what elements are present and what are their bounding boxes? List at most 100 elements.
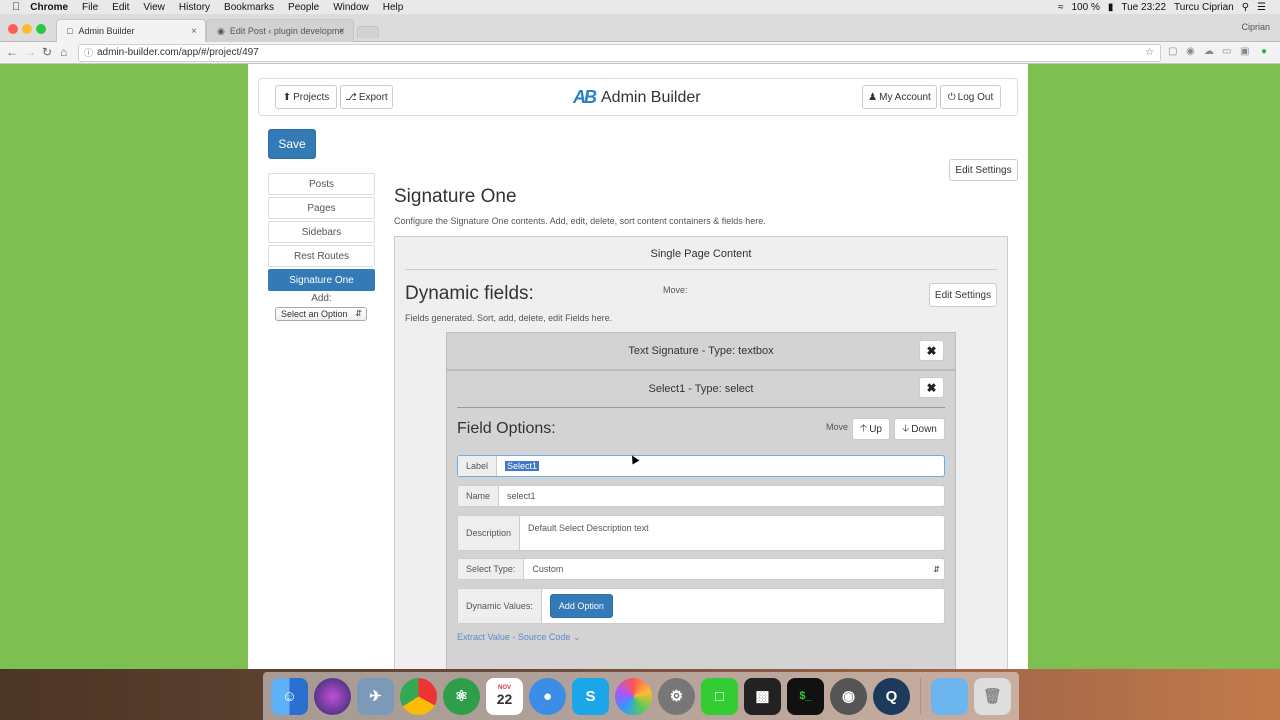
menu-edit[interactable]: Edit — [112, 2, 129, 13]
home-icon[interactable]: ⌂ — [60, 45, 67, 59]
dynamic-edit-settings-button[interactable]: Edit Settings — [929, 283, 997, 307]
tab-edit-post[interactable]: ◉ Edit Post ‹ plugin developmen × — [206, 19, 354, 42]
menu-window[interactable]: Window — [333, 2, 369, 13]
quicktime-icon[interactable]: Q — [873, 677, 910, 715]
name-input[interactable]: select1 — [499, 486, 944, 506]
bookmark-star-icon[interactable]: ☆ — [1145, 45, 1154, 61]
add-option-button[interactable]: Add Option — [549, 594, 613, 618]
cast-icon[interactable]: ▭ — [1222, 46, 1231, 57]
extension-icon[interactable]: ◉ — [1186, 46, 1195, 57]
sidebar-item-signature-one[interactable]: Signature One — [268, 269, 375, 291]
chrome-icon[interactable] — [400, 677, 437, 715]
minimize-window-icon[interactable] — [22, 24, 32, 34]
brand[interactable]: AB Admin Builder — [573, 87, 701, 108]
move-label: Move — [826, 422, 849, 432]
trash-icon[interactable]: 🗑 — [974, 677, 1011, 715]
battery-label[interactable]: 100 % — [1072, 2, 1100, 13]
extension-icon[interactable]: ▣ — [1240, 46, 1249, 57]
dynamic-values-group: Dynamic Values: Add Option — [457, 588, 945, 624]
menu-app-name[interactable]: Chrome — [30, 2, 68, 13]
extension-icon[interactable]: ● — [1261, 46, 1267, 57]
menu-people[interactable]: People — [288, 2, 319, 13]
logout-button[interactable]: ⏻ Log Out — [940, 85, 1001, 109]
dynamic-values-area: Add Option — [542, 589, 944, 623]
calendar-icon[interactable]: NOV 22 — [486, 677, 523, 715]
reload-icon[interactable]: ↻ — [42, 45, 52, 59]
close-window-icon[interactable] — [8, 24, 18, 34]
skype-icon[interactable]: S — [572, 677, 609, 715]
atom-icon[interactable]: ⚛ — [443, 677, 480, 715]
menu-file[interactable]: File — [82, 2, 98, 13]
close-tab-icon[interactable]: × — [191, 26, 197, 37]
forward-icon[interactable]: → — [24, 45, 36, 59]
apple-icon[interactable]:  — [12, 1, 20, 13]
close-icon[interactable]: ✖ — [919, 340, 944, 361]
export-button[interactable]: ⎇ Export — [340, 85, 393, 109]
name-input-group[interactable]: Name select1 — [457, 485, 945, 507]
divider — [457, 407, 945, 408]
finder-icon[interactable]: ☺ — [271, 677, 308, 715]
browser-viewport: ⬆ Projects ⎇ Export AB Admin Builder ♟ M… — [0, 64, 1280, 669]
label-input[interactable]: Select1 — [497, 456, 944, 476]
photos-icon[interactable] — [615, 677, 652, 715]
select-type-dropdown[interactable]: Custom ⇵ — [524, 559, 944, 579]
sidebar-item-sidebars[interactable]: Sidebars — [268, 221, 375, 243]
url-input[interactable]: ⓘ admin-builder.com/app/#/project/497 ☆ — [78, 44, 1161, 62]
tab-title: Admin Builder — [78, 26, 135, 36]
activity-monitor-icon[interactable]: ▩ — [744, 677, 781, 715]
move-up-button[interactable]: 🡡 Up — [852, 418, 890, 440]
field-panel-text-signature[interactable]: Text Signature - Type: textbox ✖ — [446, 332, 956, 370]
menu-bookmarks[interactable]: Bookmarks — [224, 2, 274, 13]
info-icon[interactable]: ⓘ — [84, 45, 93, 61]
menu-view[interactable]: View — [143, 2, 165, 13]
folder-icon[interactable] — [931, 677, 968, 715]
extract-value-link[interactable]: Extract Value - Source Code ⌄ — [457, 632, 580, 643]
siri-icon[interactable] — [314, 677, 351, 715]
notification-icon[interactable]: ☰ — [1257, 2, 1266, 13]
name-addon: Name — [458, 486, 500, 506]
clock-label[interactable]: Tue 23:22 — [1121, 2, 1166, 13]
description-textarea[interactable]: Default Select Description text — [520, 516, 944, 550]
move-label: Move: — [663, 285, 688, 295]
sidebar-item-rest-routes[interactable]: Rest Routes — [268, 245, 375, 267]
label-input-group[interactable]: Label Select1 — [457, 455, 945, 477]
url-text: admin-builder.com/app/#/project/497 — [97, 47, 259, 58]
label-addon: Label — [458, 456, 498, 476]
add-select[interactable]: Select an Option ⇵ — [275, 307, 367, 321]
extension-icon[interactable]: ☁ — [1204, 46, 1214, 57]
facetime-icon[interactable]: □ — [701, 677, 738, 715]
new-tab-button[interactable] — [357, 26, 379, 38]
profile-name[interactable]: Ciprian — [1241, 22, 1270, 32]
tab-admin-builder[interactable]: □ Admin Builder × — [56, 19, 206, 42]
select-type-group[interactable]: Select Type: Custom ⇵ — [457, 558, 945, 580]
spotlight-icon[interactable]: ⚲ — [1242, 2, 1249, 13]
sidebar-item-posts[interactable]: Posts — [268, 173, 375, 195]
wifi-icon[interactable]: ≈ — [1058, 2, 1064, 13]
system-preferences-icon[interactable]: ⚙ — [658, 677, 695, 715]
user-name[interactable]: Turcu Ciprian — [1174, 2, 1234, 13]
app-header: ⬆ Projects ⎇ Export AB Admin Builder ♟ M… — [258, 78, 1018, 116]
description-input-group[interactable]: Description Default Select Description t… — [457, 515, 945, 551]
maximize-window-icon[interactable] — [36, 24, 46, 34]
projects-button[interactable]: ⬆ Projects — [275, 85, 337, 109]
menu-history[interactable]: History — [179, 2, 210, 13]
field-panel-select1[interactable]: Select1 - Type: select ✖ Field Options: … — [446, 370, 956, 669]
extension-icon[interactable]: ▢ — [1168, 46, 1177, 57]
save-button[interactable]: Save — [268, 129, 316, 159]
my-account-button[interactable]: ♟ My Account — [862, 85, 937, 109]
battery-icon[interactable]: ▮ — [1108, 2, 1114, 13]
app-icon[interactable]: ✈ — [357, 677, 394, 715]
edit-settings-button[interactable]: Edit Settings — [949, 159, 1018, 181]
close-icon[interactable]: ✖ — [919, 377, 944, 398]
select-arrows-icon: ⇵ — [933, 564, 940, 574]
messages-icon[interactable]: ● — [529, 677, 566, 715]
terminal-icon[interactable]: $_ — [787, 677, 824, 715]
divider — [405, 269, 997, 270]
sidebar-item-pages[interactable]: Pages — [268, 197, 375, 219]
menu-help[interactable]: Help — [383, 2, 404, 13]
brand-name: Admin Builder — [601, 88, 701, 106]
sequel-pro-icon[interactable]: ◉ — [830, 677, 867, 715]
move-down-button[interactable]: 🡣 Down — [894, 418, 945, 440]
close-tab-icon[interactable]: × — [339, 26, 345, 37]
back-icon[interactable]: ← — [6, 45, 18, 59]
